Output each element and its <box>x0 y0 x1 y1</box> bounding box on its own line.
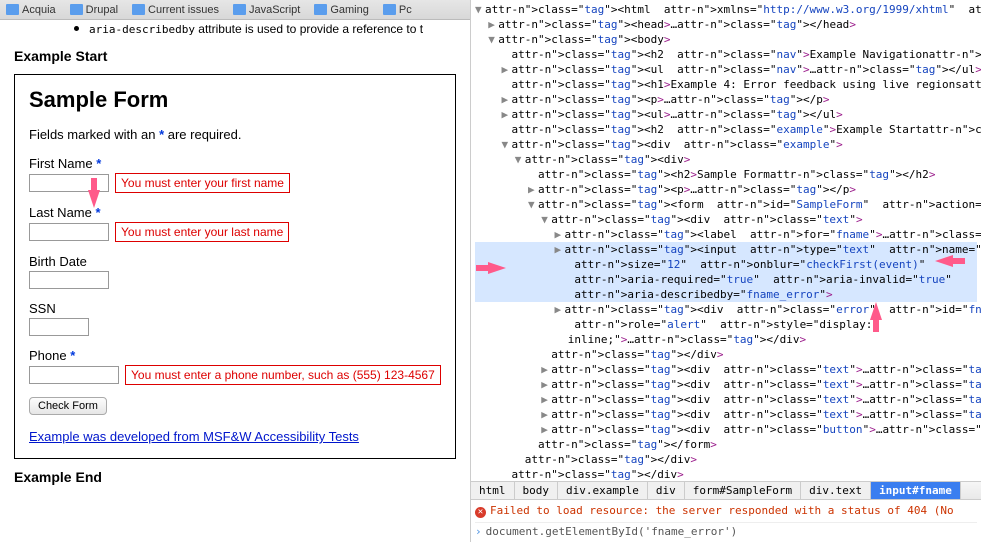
bookmarks-bar: Acquia Drupal Current issues JavaScript … <box>0 0 470 20</box>
fname-label: First Name * <box>29 156 441 171</box>
dom-node[interactable]: attr-n">class="tag"></div> <box>475 467 977 481</box>
error-icon: ✕ <box>475 507 486 518</box>
dom-node[interactable]: attr-n">class="tag"><h2 attr-n">class="e… <box>475 122 977 137</box>
dom-node[interactable]: ▶attr-n">class="tag"><ul attr-n">class="… <box>475 62 977 77</box>
breadcrumb-item[interactable]: div <box>648 482 685 499</box>
field-bdate: Birth Date <box>29 254 441 289</box>
dom-node[interactable]: ▶attr-n">class="tag"><label attr-n">for=… <box>475 227 977 242</box>
breadcrumb-bar: htmlbodydiv.exampledivform#SampleFormdiv… <box>471 481 981 499</box>
folder-icon <box>233 4 246 15</box>
phone-error: You must enter a phone number, such as (… <box>125 365 441 385</box>
folder-icon <box>132 4 145 15</box>
folder-icon <box>314 4 327 15</box>
ssn-label: SSN <box>29 301 441 316</box>
breadcrumb-item[interactable]: div.example <box>558 482 648 499</box>
dom-node[interactable]: ▶attr-n">class="tag"><head>…attr-n">clas… <box>475 17 977 32</box>
dom-node[interactable]: ▼attr-n">class="tag"><div attr-n">class=… <box>475 212 977 227</box>
lname-input[interactable] <box>29 223 109 241</box>
bookmark-drupal[interactable]: Drupal <box>70 4 118 16</box>
annotation-arrow-icon <box>488 262 506 274</box>
check-form-button[interactable]: Check Form <box>29 397 107 415</box>
breadcrumb-item[interactable]: input#fname <box>871 482 961 499</box>
section-heading-end: Example End <box>14 469 456 485</box>
dom-node[interactable]: ▶attr-n">class="tag"><div attr-n">class=… <box>475 377 977 392</box>
console-error-line: ✕Failed to load resource: the server res… <box>475 502 977 520</box>
lname-error: You must enter your last name <box>115 222 289 242</box>
credit-link[interactable]: Example was developed from MSF&W Accessi… <box>29 429 359 444</box>
folder-icon <box>6 4 19 15</box>
bdate-label: Birth Date <box>29 254 441 269</box>
dom-tree[interactable]: ▼attr-n">class="tag"><html attr-n">xmlns… <box>471 0 981 481</box>
dom-node[interactable]: attr-n">class="tag"><h2 attr-n">class="n… <box>475 47 977 62</box>
console-prompt-icon: › <box>475 525 482 538</box>
dom-node[interactable]: ▶attr-n">class="tag"><div attr-n">class=… <box>475 362 977 377</box>
phone-label: Phone * <box>29 348 441 363</box>
dom-node[interactable]: ▶attr-n">class="tag"><p>…attr-n">class="… <box>475 92 977 107</box>
bookmark-acquia[interactable]: Acquia <box>6 4 56 16</box>
example-box: Sample Form Fields marked with an * are … <box>14 74 456 459</box>
breadcrumb-item[interactable]: html <box>471 482 515 499</box>
dom-node[interactable]: ▶attr-n">class="tag"><ul>…attr-n">class=… <box>475 107 977 122</box>
annotation-arrow-icon <box>870 302 882 320</box>
console-input-line[interactable]: ›document.getElementById('fname_error') <box>475 522 977 540</box>
field-phone: Phone * You must enter a phone number, s… <box>29 348 441 385</box>
required-note: Fields marked with an * are required. <box>29 127 441 142</box>
bookmark-gaming[interactable]: Gaming <box>314 4 369 16</box>
breadcrumb-item[interactable]: body <box>515 482 559 499</box>
bdate-input[interactable] <box>29 271 109 289</box>
dom-node[interactable]: ▶attr-n">class="tag"><p>…attr-n">class="… <box>475 182 977 197</box>
dom-node[interactable]: ▼attr-n">class="tag"><form attr-n">id="S… <box>475 197 977 212</box>
dom-node[interactable]: ▼attr-n">class="tag"><body> <box>475 32 977 47</box>
dom-node[interactable]: attr-n">class="tag"><h1>Example 4: Error… <box>475 77 977 92</box>
devtools-pane: ▼attr-n">class="tag"><html attr-n">xmlns… <box>470 0 981 542</box>
console: ✕Failed to load resource: the server res… <box>471 499 981 542</box>
dom-node[interactable]: ▶attr-n">class="tag"><div attr-n">class=… <box>475 392 977 407</box>
annotation-arrow-icon <box>935 255 953 267</box>
bookmark-current-issues[interactable]: Current issues <box>132 4 219 16</box>
breadcrumb-item[interactable]: div.text <box>801 482 871 499</box>
bookmark-javascript[interactable]: JavaScript <box>233 4 300 16</box>
dom-node[interactable]: ▶attr-n">class="tag"><input attr-n">type… <box>475 242 977 302</box>
dom-node[interactable]: attr-n">class="tag"></div> <box>475 347 977 362</box>
folder-icon <box>70 4 83 15</box>
field-lname: Last Name * You must enter your last nam… <box>29 205 441 242</box>
annotation-arrow-icon <box>88 190 100 208</box>
field-ssn: SSN <box>29 301 441 336</box>
dom-node[interactable]: ▶attr-n">class="tag"><div attr-n">class=… <box>475 422 977 437</box>
form-title: Sample Form <box>29 87 441 113</box>
dom-node[interactable]: attr-n">class="tag"></div> <box>475 452 977 467</box>
breadcrumb-item[interactable]: form#SampleForm <box>685 482 801 499</box>
dom-node[interactable]: attr-n">class="tag"></form> <box>475 437 977 452</box>
fname-error: You must enter your first name <box>115 173 290 193</box>
folder-icon <box>383 4 396 15</box>
phone-input[interactable] <box>29 366 119 384</box>
dom-node[interactable]: attr-n">class="tag"><h2>Sample Formattr-… <box>475 167 977 182</box>
section-heading-start: Example Start <box>14 48 456 64</box>
ssn-input[interactable] <box>29 318 89 336</box>
intro-line: aria-describedby attribute is used to pr… <box>14 22 456 42</box>
dom-node[interactable]: ▼attr-n">class="tag"><div> <box>475 152 977 167</box>
dom-node[interactable]: ▼attr-n">class="tag"><html attr-n">xmlns… <box>475 2 977 17</box>
bookmark-pc[interactable]: Pc <box>383 4 412 16</box>
dom-node[interactable]: ▶attr-n">class="tag"><div attr-n">class=… <box>475 407 977 422</box>
dom-node[interactable]: ▶attr-n">class="tag"><div attr-n">class=… <box>475 302 977 347</box>
dom-node[interactable]: ▼attr-n">class="tag"><div attr-n">class=… <box>475 137 977 152</box>
